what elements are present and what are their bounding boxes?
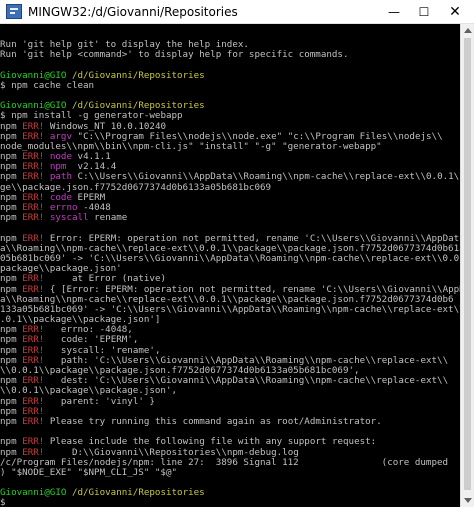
terminal-line: ) "$NODE_EXE" "$NPM_CLI_JS" "$@" — [0, 467, 178, 478]
npm-err-line: npm ERR! argv "C:\\Program Files\\nodejs… — [0, 131, 443, 142]
npm-err-line: npm ERR! Please try running this command… — [0, 416, 382, 427]
npm-err-line: a\\Roaming\\npm-cache\\replace-ext\\0.0.… — [0, 294, 454, 305]
command-line: $ — [0, 498, 6, 507]
npm-err-line: ge\\package.json.f7752d0677374d0b6133a05… — [0, 182, 272, 193]
prompt-line: Giovanni@GIO /d/Giovanni/Repositories — [0, 101, 205, 112]
terminal-window: MINGW32:/d/Giovanni/Repositories — ☐ ✕ R… — [0, 0, 474, 507]
npm-err-line: npm ERR! path: 'C:\\Users\\Giovanni\\App… — [0, 355, 449, 366]
close-button[interactable]: ✕ — [441, 0, 469, 24]
npm-err-line: npm ERR! path C:\\Users\\Giovanni\\AppDa… — [0, 172, 460, 183]
npm-err-line: npm ERR! syscall rename — [0, 213, 128, 224]
npm-err-line: npm ERR! syscall: 'rename', — [0, 345, 161, 356]
scrollbar-thumb[interactable] — [464, 38, 471, 490]
npm-err-line: npm ERR! errno -4048 — [0, 203, 111, 213]
npm-err-line: npm ERR! parent: 'vinyl' } — [0, 396, 155, 407]
vertical-scrollbar[interactable] — [460, 24, 474, 507]
terminal-line: Run 'git help git' to display the help i… — [0, 40, 249, 50]
npm-err-line: npm ERR! node v4.1.1 — [0, 152, 111, 163]
npm-err-line: npm ERR! D:\\Giovanni\\Repositories\\npm… — [0, 447, 299, 458]
prompt-line: Giovanni@GIO /d/Giovanni/Repositories — [0, 70, 205, 81]
npm-err-line: npm ERR! dest: 'C:\\Users\\Giovanni\\App… — [0, 376, 449, 387]
npm-err-line: 133a05b681bc069' -> 'C:\\Users\\Giovanni… — [0, 304, 460, 315]
terminal-output[interactable]: Run 'git help git' to display the help i… — [0, 24, 460, 507]
npm-err-line: 05b681bc069' -> 'C:\\Users\\Giovanni\\Ap… — [0, 253, 460, 264]
terminal-line: /c/Program Files/nodejs/npm: line 27: 38… — [0, 457, 449, 468]
npm-err-line: npm ERR! Error: EPERM: operation not per… — [0, 233, 460, 244]
npm-err-line: package\\package.json' — [0, 264, 122, 275]
npm-err-line: \\0.0.1\\package\\package.json.f7752d067… — [0, 366, 360, 376]
npm-err-line: npm ERR! Windows_NT 10.0.10240 — [0, 121, 167, 132]
npm-err-line: npm ERR! npm v2.14.4 — [0, 162, 117, 173]
npm-err-line: npm ERR! { [Error: EPERM: operation not … — [0, 284, 460, 295]
command-line: $ npm cache clean — [0, 80, 95, 91]
terminal-line: Run 'git help <command>' to display help… — [0, 50, 349, 61]
npm-err-line: npm ERR! errno: -4048, — [0, 325, 133, 336]
window-title: MINGW32:/d/Giovanni/Repositories — [28, 5, 238, 19]
minimize-button[interactable]: — — [380, 0, 408, 24]
npm-err-line: \\0.0.1\\package\\package.json', — [0, 386, 178, 397]
command-line: $ npm install -g generator-webapp — [0, 111, 183, 122]
terminal-app-icon — [6, 4, 22, 19]
scroll-up-arrow-icon[interactable] — [464, 28, 472, 33]
npm-err-line: .0.1\\package\\package.json'] — [0, 315, 161, 326]
npm-err-line: npm ERR! Please include the following fi… — [0, 437, 377, 448]
npm-err-line: node_modules\\npm\\bin\\npm-cli.js" "ins… — [0, 141, 382, 152]
prompt-line: Giovanni@GIO /d/Giovanni/Repositories — [0, 488, 205, 499]
npm-err-line: npm ERR! code EPERM — [0, 192, 106, 203]
scroll-down-arrow-icon[interactable] — [464, 498, 472, 503]
npm-err-line: npm ERR! code: 'EPERM', — [0, 335, 139, 346]
npm-err-line: a\\Roaming\\npm-cache\\replace-ext\\0.0.… — [0, 243, 460, 254]
npm-err-line: npm ERR! — [0, 406, 45, 417]
maximize-button[interactable]: ☐ — [410, 0, 438, 24]
npm-err-line: npm ERR! at Error (native) — [0, 274, 167, 285]
title-bar[interactable]: MINGW32:/d/Giovanni/Repositories — ☐ ✕ — [0, 0, 474, 24]
